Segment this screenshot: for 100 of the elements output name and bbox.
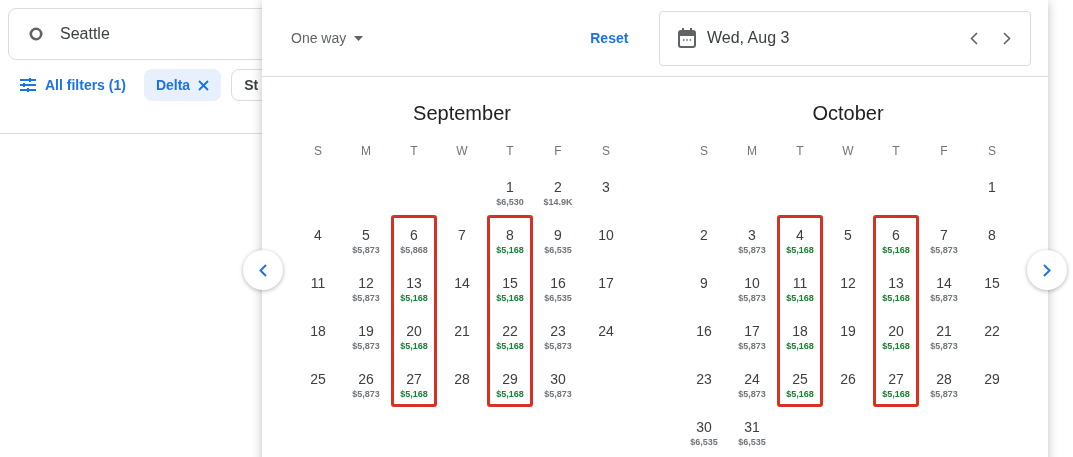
- day-price: $5,873: [738, 388, 766, 400]
- close-icon[interactable]: [198, 79, 210, 91]
- filter-chip[interactable]: Delta: [143, 69, 222, 101]
- day-cell[interactable]: 30 $5,873: [534, 355, 582, 403]
- day-number: 18: [792, 322, 808, 340]
- day-cell[interactable]: 22 $5,168: [486, 307, 534, 355]
- day-cell[interactable]: 1 $6,530: [486, 163, 534, 211]
- day-cell[interactable]: 4: [294, 211, 342, 259]
- day-price: $5,168: [400, 340, 428, 352]
- day-cell[interactable]: 10 $5,873: [728, 259, 776, 307]
- day-number: 19: [358, 322, 374, 340]
- day-cell[interactable]: 9: [680, 259, 728, 307]
- day-number: 2: [700, 226, 708, 244]
- previous-month-button[interactable]: [243, 250, 283, 290]
- day-number: 4: [314, 226, 322, 244]
- day-cell[interactable]: 22: [968, 307, 1016, 355]
- day-cell[interactable]: 24 $5,873: [728, 355, 776, 403]
- day-cell[interactable]: 29: [968, 355, 1016, 403]
- day-cell[interactable]: 17: [582, 259, 630, 307]
- day-cell[interactable]: 28 $5,873: [920, 355, 968, 403]
- day-cell[interactable]: 1: [968, 163, 1016, 211]
- day-cell[interactable]: 16 $6,535: [534, 259, 582, 307]
- day-cell[interactable]: 5 $5,873: [342, 211, 390, 259]
- day-number: 28: [454, 370, 470, 388]
- day-cell[interactable]: 31 $6,535: [728, 403, 776, 451]
- day-cell[interactable]: 24: [582, 307, 630, 355]
- day-cell[interactable]: 18 $5,168: [776, 307, 824, 355]
- weekday-label: T: [891, 143, 901, 160]
- day-cell[interactable]: 20 $5,168: [872, 307, 920, 355]
- day-price: $5,168: [496, 388, 524, 400]
- day-cell[interactable]: 14: [438, 259, 486, 307]
- day-price: $5,868: [400, 244, 428, 256]
- day-cell[interactable]: 8 $5,168: [486, 211, 534, 259]
- day-cell[interactable]: 10: [582, 211, 630, 259]
- day-cell[interactable]: 28: [438, 355, 486, 403]
- day-number: 26: [840, 370, 856, 388]
- day-cell[interactable]: 19 $5,873: [342, 307, 390, 355]
- day-price: $5,168: [786, 340, 814, 352]
- day-cell[interactable]: 18: [294, 307, 342, 355]
- day-price: $5,168: [882, 388, 910, 400]
- trip-type-dropdown[interactable]: One way: [284, 20, 371, 56]
- day-cell[interactable]: 4 $5,168: [776, 211, 824, 259]
- day-cell[interactable]: 26 $5,873: [342, 355, 390, 403]
- day-cell[interactable]: 26: [824, 355, 872, 403]
- day-cell[interactable]: 27 $5,168: [390, 355, 438, 403]
- all-filters-button[interactable]: All filters (1): [12, 69, 134, 101]
- day-cell[interactable]: 6 $5,168: [872, 211, 920, 259]
- day-cell[interactable]: 23 $5,873: [534, 307, 582, 355]
- day-cell[interactable]: 13 $5,168: [390, 259, 438, 307]
- day-cell[interactable]: 11 $5,168: [776, 259, 824, 307]
- day-number: 16: [696, 322, 712, 340]
- day-cell[interactable]: 25 $5,168: [776, 355, 824, 403]
- day-cell[interactable]: 23: [680, 355, 728, 403]
- day-cell[interactable]: 15 $5,168: [486, 259, 534, 307]
- day-cell[interactable]: 12 $5,873: [342, 259, 390, 307]
- day-cell[interactable]: 30 $6,535: [680, 403, 728, 451]
- day-price: $5,873: [352, 244, 380, 256]
- day-cell[interactable]: 27 $5,168: [872, 355, 920, 403]
- day-cell[interactable]: 21: [438, 307, 486, 355]
- reset-button[interactable]: Reset: [582, 20, 637, 56]
- day-cell[interactable]: 2: [680, 211, 728, 259]
- day-cell[interactable]: 19: [824, 307, 872, 355]
- day-cell[interactable]: 7 $5,873: [920, 211, 968, 259]
- day-number: 14: [454, 274, 470, 292]
- day-cell[interactable]: 29 $5,168: [486, 355, 534, 403]
- day-number: 4: [796, 226, 804, 244]
- day-cell[interactable]: 16: [680, 307, 728, 355]
- day-cell[interactable]: 17 $5,873: [728, 307, 776, 355]
- day-number: 5: [844, 226, 852, 244]
- day-cell[interactable]: 7: [438, 211, 486, 259]
- weekday-label: W: [455, 143, 469, 160]
- day-cell[interactable]: 12: [824, 259, 872, 307]
- next-month-button[interactable]: [1027, 250, 1067, 290]
- day-price: $5,168: [882, 292, 910, 304]
- day-price: $5,168: [496, 292, 524, 304]
- day-cell[interactable]: 20 $5,168: [390, 307, 438, 355]
- weekday-label: F: [939, 143, 949, 160]
- day-cell[interactable]: 11: [294, 259, 342, 307]
- calendar-icon: [678, 28, 696, 48]
- day-cell[interactable]: 13 $5,168: [872, 259, 920, 307]
- day-price: $5,873: [544, 340, 572, 352]
- date-field[interactable]: Wed, Aug 3: [659, 10, 1031, 66]
- day-cell[interactable]: 25: [294, 355, 342, 403]
- day-cell[interactable]: 3 $5,873: [728, 211, 776, 259]
- day-price: $5,873: [930, 244, 958, 256]
- day-cell[interactable]: 5: [824, 211, 872, 259]
- day-cell[interactable]: 8: [968, 211, 1016, 259]
- day-number: 21: [454, 322, 470, 340]
- day-cell[interactable]: 21 $5,873: [920, 307, 968, 355]
- day-cell[interactable]: 15: [968, 259, 1016, 307]
- day-number: 3: [748, 226, 756, 244]
- chevron-left-icon: [259, 263, 267, 277]
- day-cell[interactable]: 3: [582, 163, 630, 211]
- weekday-label: T: [795, 143, 805, 160]
- day-price: $5,168: [786, 388, 814, 400]
- day-cell[interactable]: 6 $5,868: [390, 211, 438, 259]
- weekday-label: S: [699, 143, 709, 160]
- day-cell[interactable]: 9 $6,535: [534, 211, 582, 259]
- day-cell[interactable]: 14 $5,873: [920, 259, 968, 307]
- day-cell[interactable]: 2 $14.9K: [534, 163, 582, 211]
